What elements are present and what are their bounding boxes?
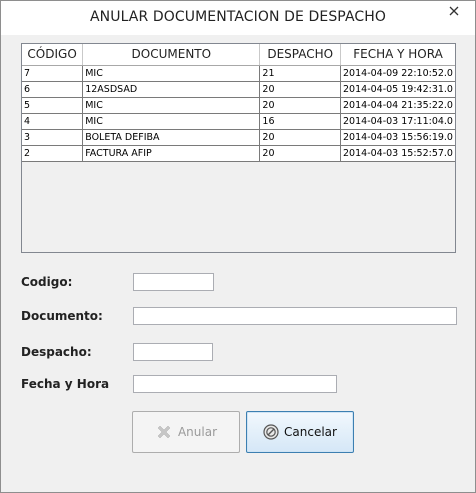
table-row[interactable]: 4 MIC 16 2014-04-03 17:11:04.0 [22,113,455,130]
cell-despacho: 21 [259,65,342,82]
cell-documento: MIC [82,97,261,114]
documento-field[interactable] [133,307,457,325]
cell-documento: BOLETA DEFIBA [82,129,261,146]
cell-fecha: 2014-04-05 19:42:31.0 [340,81,455,98]
cell-documento: MIC [82,113,261,130]
codigo-field[interactable] [133,273,214,291]
table-row[interactable]: 5 MIC 20 2014-04-04 21:35:22.0 [22,97,455,114]
cell-documento: 12ASDSAD [82,81,261,98]
table-row[interactable]: 6 12ASDSAD 20 2014-04-05 19:42:31.0 [22,81,455,98]
column-header-fecha[interactable]: FECHA Y HORA [340,44,455,66]
fecha-hora-field[interactable] [133,375,337,393]
codigo-label: Codigo: [21,275,73,289]
cancel-circle-icon [263,424,279,440]
close-button[interactable] [437,2,471,20]
cell-codigo: 7 [22,65,84,82]
table-row[interactable]: 7 MIC 21 2014-04-09 22:10:52.0 [22,65,455,82]
cell-codigo: 6 [22,81,84,98]
dialog-window: ANULAR DOCUMENTACION DE DESPACHO CÓDIGO … [0,0,476,493]
table-row[interactable]: 2 FACTURA AFIP 20 2014-04-03 15:52:57.0 [22,145,455,162]
cell-despacho: 16 [259,113,342,130]
cell-fecha: 2014-04-04 21:35:22.0 [340,97,455,114]
fecha-hora-label: Fecha y Hora [21,377,110,391]
cell-despacho: 20 [259,97,342,114]
table-row[interactable]: 3 BOLETA DEFIBA 20 2014-04-03 15:56:19.0 [22,129,455,146]
cell-codigo: 2 [22,145,84,162]
column-header-codigo[interactable]: CÓDIGO [22,44,84,66]
cell-fecha: 2014-04-03 15:52:57.0 [340,145,455,162]
cell-codigo: 5 [22,97,84,114]
cell-despacho: 20 [259,81,342,98]
cell-codigo: 3 [22,129,84,146]
column-header-documento[interactable]: DOCUMENTO [82,44,261,66]
cell-fecha: 2014-04-03 15:56:19.0 [340,129,455,146]
documents-table[interactable]: CÓDIGO DOCUMENTO DESPACHO FECHA Y HORA 7… [21,43,456,253]
x-icon [155,423,173,441]
cell-despacho: 20 [259,129,342,146]
cell-codigo: 4 [22,113,84,130]
table-header: CÓDIGO DOCUMENTO DESPACHO FECHA Y HORA [22,44,455,66]
cell-fecha: 2014-04-09 22:10:52.0 [340,65,455,82]
despacho-label: Despacho: [21,345,92,359]
cell-documento: FACTURA AFIP [82,145,261,162]
cell-documento: MIC [82,65,261,82]
anular-label: Anular [177,425,218,439]
window-title: ANULAR DOCUMENTACION DE DESPACHO [89,9,387,25]
anular-button[interactable]: Anular [132,411,240,453]
cancelar-label: Cancelar [284,425,337,439]
title-bar: ANULAR DOCUMENTACION DE DESPACHO [1,1,475,35]
cancelar-button[interactable]: Cancelar [246,411,354,453]
close-icon [449,6,459,16]
cell-despacho: 20 [259,145,342,162]
cell-fecha: 2014-04-03 17:11:04.0 [340,113,455,130]
despacho-field[interactable] [133,343,213,361]
column-header-despacho[interactable]: DESPACHO [259,44,342,66]
documento-label: Documento: [21,309,103,323]
